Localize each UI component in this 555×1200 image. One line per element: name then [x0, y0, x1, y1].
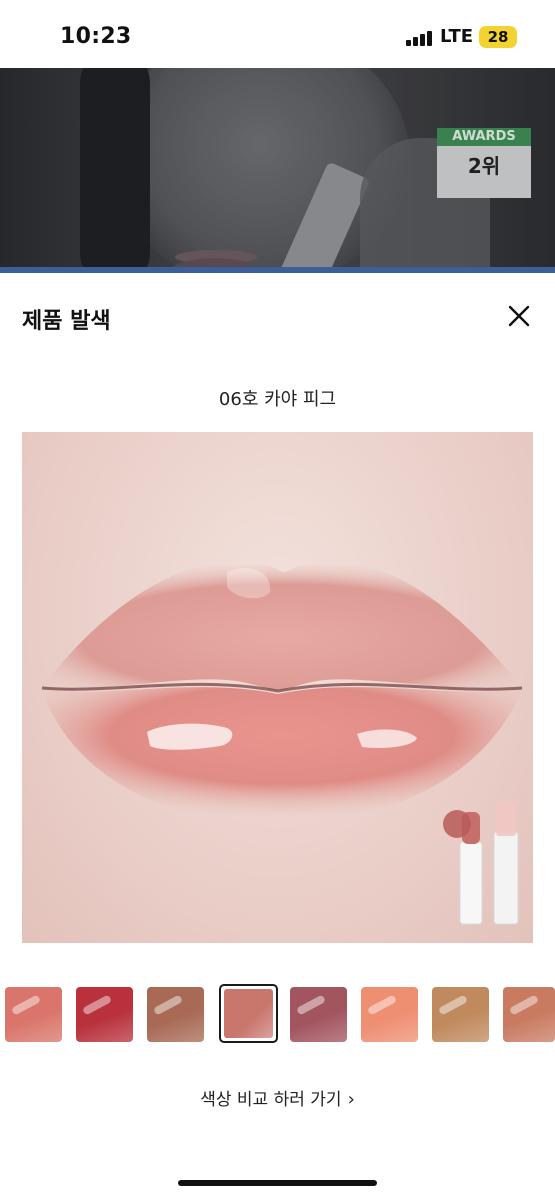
color-swatch[interactable] — [290, 987, 347, 1042]
sheet-title: 제품 발색 — [22, 309, 111, 334]
swatch-list — [0, 984, 555, 1044]
shade-name: 06호 카야 피그 — [218, 389, 337, 410]
status-time: 10:23 — [60, 24, 132, 49]
lip-swatch-image — [22, 432, 533, 943]
compare-colors-link[interactable]: 색상 비교 하러 가기 › — [0, 1085, 555, 1110]
compare-colors-label: 색상 비교 하러 가기 — [200, 1090, 342, 1110]
home-indicator — [178, 1180, 377, 1186]
chevron-right-icon: › — [347, 1089, 355, 1110]
product-thumbnail — [443, 802, 519, 925]
network-label: LTE — [440, 26, 474, 47]
color-swatch[interactable] — [5, 987, 62, 1042]
battery-icon: 28 — [479, 26, 517, 48]
color-swatch[interactable] — [432, 987, 489, 1042]
color-swatch[interactable] — [147, 987, 204, 1042]
color-swatch[interactable] — [361, 987, 418, 1042]
color-swatch[interactable] — [503, 987, 555, 1042]
color-swatch-sheet: 제품 발색 06호 카야 피그 색상 비교 하러 가기 › — [0, 273, 555, 1200]
color-swatch[interactable] — [76, 987, 133, 1042]
product-banner: AWARDS 2위 — [0, 68, 555, 273]
color-swatch[interactable] — [219, 984, 278, 1043]
status-bar: 10:23 LTE 28 — [0, 0, 555, 68]
signal-icon — [406, 30, 434, 46]
close-button[interactable] — [504, 301, 534, 331]
close-icon — [508, 305, 530, 327]
